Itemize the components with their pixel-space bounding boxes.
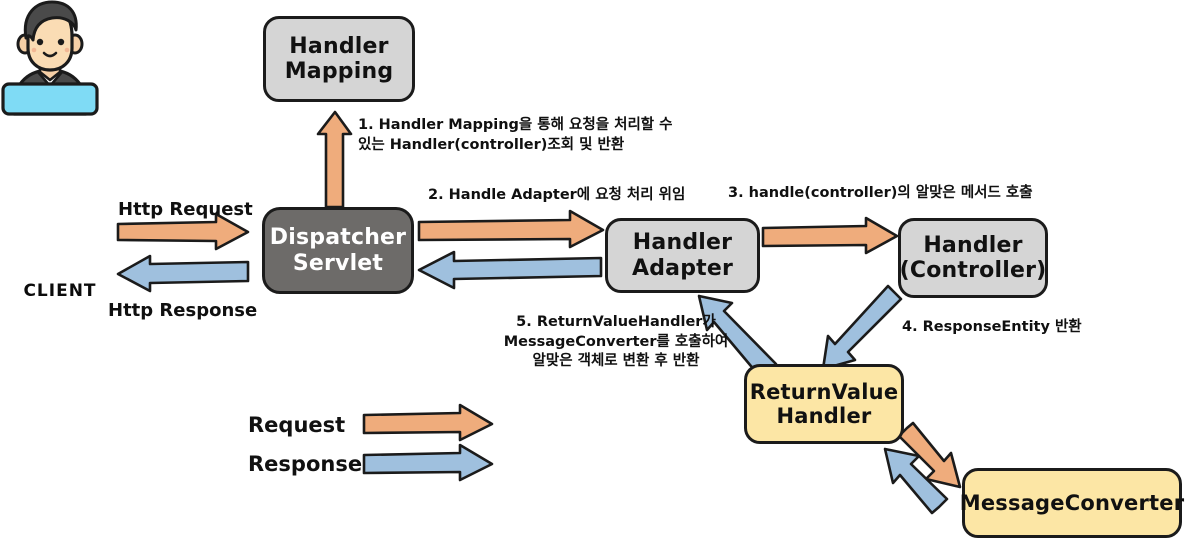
node-dispatcher-servlet[interactable]: Dispatcher Servlet [262, 207, 414, 294]
node-handler-controller-line2: (Controller) [899, 258, 1047, 283]
node-dispatcher-servlet-line2: Servlet [292, 250, 384, 276]
client-badge-label: CLIENT [23, 281, 97, 301]
arrow-dispatcher-to-handler-adapter [417, 209, 605, 249]
node-handler-adapter[interactable]: Handler Adapter [605, 218, 760, 293]
label-http-response: Http Response [108, 300, 258, 321]
arrow-http-response [116, 254, 250, 293]
node-message-converter-label: MessageConverter [959, 490, 1185, 515]
caption-step-3: 3. handle(controller)의 알맞은 메서드 호출 [728, 185, 1033, 201]
node-returnvalue-handler-line1: ReturnValue [749, 379, 899, 404]
legend-label-response: Response [248, 452, 363, 476]
diagram-canvas: .ar{fill:#efac7c;stroke:#1b1b1b;stroke-w… [0, 0, 1200, 551]
client-avatar-icon [1, 0, 99, 116]
node-returnvalue-handler-line2: Handler [776, 404, 872, 428]
caption-step-1: 1. Handler Mapping을 통해 요청을 처리할 수 있는 Hand… [358, 117, 673, 153]
node-handler-adapter-line2: Adapter [631, 255, 734, 281]
node-message-converter[interactable]: MessageConverter [959, 468, 1185, 538]
caption-step-4: 4. ResponseEntity 반환 [902, 319, 1082, 335]
node-dispatcher-servlet-line1: Dispatcher [269, 225, 407, 251]
node-handler-controller[interactable]: Handler (Controller) [898, 218, 1048, 298]
legend-arrow-request [362, 403, 494, 442]
caption-step-5: 5. ReturnValueHandler가 MessageConverter를… [503, 314, 729, 370]
arrow-controller-to-returnvalue-handler [821, 284, 903, 371]
node-handler-mapping-line1: Handler [289, 33, 389, 59]
caption-step-2: 2. Handle Adapter에 요청 처리 위임 [428, 187, 686, 203]
node-handler-adapter-line1: Handler [632, 230, 733, 256]
arrow-dispatcher-to-handler-mapping [316, 110, 353, 209]
label-http-request: Http Request [118, 199, 253, 220]
node-handler-mapping[interactable]: Handler Mapping [263, 16, 415, 102]
arrow-handler-adapter-to-controller [761, 216, 899, 255]
legend-arrow-response [362, 443, 494, 482]
node-handler-mapping-line2: Mapping [284, 59, 394, 84]
node-handler-controller-line1: Handler [923, 232, 1023, 258]
arrow-handler-adapter-to-dispatcher [417, 250, 603, 290]
legend-label-request: Request [248, 413, 346, 437]
node-returnvalue-handler[interactable]: ReturnValue Handler [744, 364, 904, 444]
